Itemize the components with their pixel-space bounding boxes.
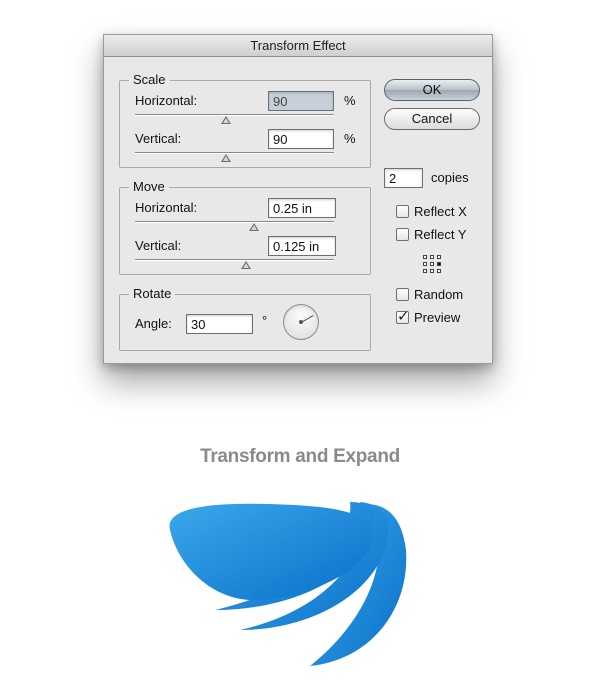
caption-heading: Transform and Expand [200, 446, 400, 467]
move-horizontal-input[interactable] [268, 198, 336, 218]
ref-point-top-center[interactable] [430, 255, 434, 259]
scale-horizontal-slider-thumb[interactable] [221, 116, 231, 124]
ref-point-center[interactable] [430, 262, 434, 266]
transformed-blue-shape-artwork [169, 502, 407, 666]
reflect-y-label[interactable]: Reflect Y [414, 227, 467, 243]
rotate-group-title: Rotate [129, 286, 176, 302]
move-vertical-label: Vertical: [135, 238, 182, 253]
move-group: Move Horizontal: Vertical: [119, 179, 371, 275]
scale-vertical-slider-track[interactable] [135, 152, 334, 154]
preview-label[interactable]: Preview [414, 310, 460, 326]
angle-dial-hand [301, 315, 314, 323]
move-vertical-input[interactable] [268, 236, 336, 256]
scale-horizontal-label: Horizontal: [135, 93, 198, 108]
copies-input[interactable] [384, 168, 423, 188]
copies-label: copies [431, 170, 469, 185]
reflect-x-label[interactable]: Reflect X [414, 204, 467, 220]
reference-point-icon[interactable] [423, 255, 441, 273]
scale-horizontal-unit: % [344, 93, 356, 108]
reflect-y-checkbox[interactable] [396, 228, 409, 241]
angle-dial[interactable] [283, 304, 319, 340]
preview-checkbox[interactable] [396, 307, 410, 325]
ref-point-top-right[interactable] [437, 255, 441, 259]
scale-vertical-input[interactable] [268, 129, 334, 149]
ok-button[interactable]: OK [384, 79, 480, 101]
dialog-title: Transform Effect [104, 35, 492, 57]
scale-group-title: Scale [129, 72, 170, 88]
move-vertical-slider-thumb[interactable] [241, 261, 251, 269]
cancel-button[interactable]: Cancel [384, 108, 480, 130]
transform-effect-dialog: Transform Effect Scale Horizontal: % Ver… [103, 34, 493, 364]
ref-point-top-left[interactable] [423, 255, 427, 259]
ref-point-bottom-left[interactable] [423, 269, 427, 273]
angle-unit: ° [262, 313, 268, 328]
scale-vertical-label: Vertical: [135, 131, 182, 146]
move-vertical-slider-track[interactable] [135, 259, 334, 261]
scale-group: Scale Horizontal: % Vertical: % [119, 72, 371, 168]
random-label[interactable]: Random [414, 287, 463, 303]
random-checkbox[interactable] [396, 288, 409, 301]
move-horizontal-slider-thumb[interactable] [249, 223, 259, 231]
reflect-x-checkbox[interactable] [396, 205, 409, 218]
move-group-title: Move [129, 179, 169, 195]
ref-point-middle-left[interactable] [423, 262, 427, 266]
scale-horizontal-input[interactable] [268, 91, 334, 111]
move-horizontal-slider-track[interactable] [135, 221, 334, 223]
scale-vertical-unit: % [344, 131, 356, 146]
angle-label: Angle: [135, 316, 172, 331]
ref-point-bottom-right[interactable] [437, 269, 441, 273]
move-horizontal-label: Horizontal: [135, 200, 198, 215]
scale-horizontal-slider-track[interactable] [135, 114, 334, 116]
angle-input[interactable] [186, 314, 253, 334]
rotate-group: Rotate Angle: ° [119, 286, 371, 351]
ref-point-bottom-center[interactable] [430, 269, 434, 273]
scale-vertical-slider-thumb[interactable] [221, 154, 231, 162]
ref-point-middle-right[interactable] [437, 262, 441, 266]
